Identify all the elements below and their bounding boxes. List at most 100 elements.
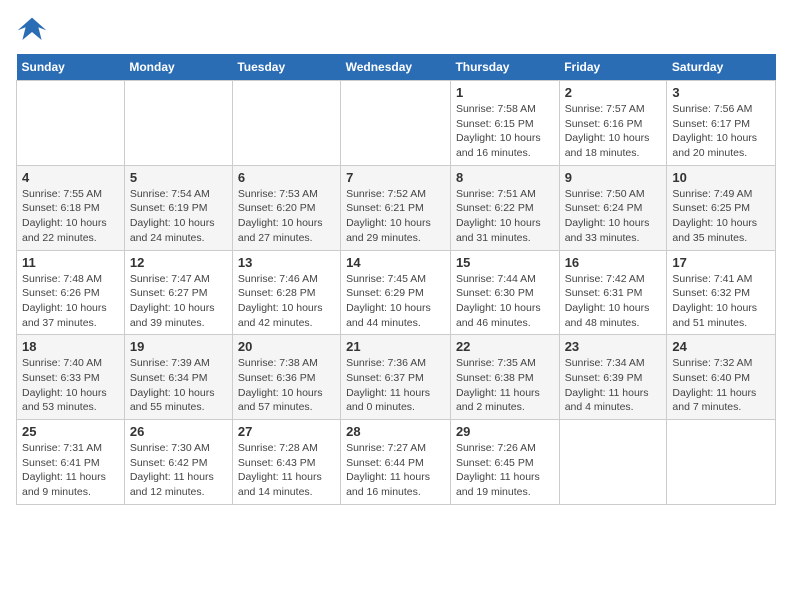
calendar-cell: 26 Sunrise: 7:30 AM Sunset: 6:42 PM Dayli… (124, 420, 232, 505)
day-number: 21 (346, 339, 445, 354)
day-number: 29 (456, 424, 554, 439)
calendar-cell (17, 81, 125, 166)
day-number: 22 (456, 339, 554, 354)
calendar-cell: 18 Sunrise: 7:40 AM Sunset: 6:33 PM Dayli… (17, 335, 125, 420)
day-info: Sunrise: 7:47 AM Sunset: 6:27 PM Dayligh… (130, 272, 227, 331)
column-header-thursday: Thursday (450, 54, 559, 81)
day-info: Sunrise: 7:28 AM Sunset: 6:43 PM Dayligh… (238, 441, 335, 500)
logo (16, 16, 52, 44)
day-number: 10 (672, 170, 770, 185)
day-number: 14 (346, 255, 445, 270)
calendar-cell: 6 Sunrise: 7:53 AM Sunset: 6:20 PM Daylig… (232, 165, 340, 250)
calendar-cell: 23 Sunrise: 7:34 AM Sunset: 6:39 PM Dayli… (559, 335, 667, 420)
day-info: Sunrise: 7:44 AM Sunset: 6:30 PM Dayligh… (456, 272, 554, 331)
day-info: Sunrise: 7:53 AM Sunset: 6:20 PM Dayligh… (238, 187, 335, 246)
calendar-cell: 9 Sunrise: 7:50 AM Sunset: 6:24 PM Daylig… (559, 165, 667, 250)
calendar-cell (559, 420, 667, 505)
calendar-cell: 2 Sunrise: 7:57 AM Sunset: 6:16 PM Daylig… (559, 81, 667, 166)
day-info: Sunrise: 7:34 AM Sunset: 6:39 PM Dayligh… (565, 356, 662, 415)
day-number: 18 (22, 339, 119, 354)
day-info: Sunrise: 7:58 AM Sunset: 6:15 PM Dayligh… (456, 102, 554, 161)
calendar-cell: 4 Sunrise: 7:55 AM Sunset: 6:18 PM Daylig… (17, 165, 125, 250)
day-number: 6 (238, 170, 335, 185)
calendar-cell: 3 Sunrise: 7:56 AM Sunset: 6:17 PM Daylig… (667, 81, 776, 166)
calendar-cell: 22 Sunrise: 7:35 AM Sunset: 6:38 PM Dayli… (450, 335, 559, 420)
calendar-table: SundayMondayTuesdayWednesdayThursdayFrid… (16, 54, 776, 505)
day-info: Sunrise: 7:39 AM Sunset: 6:34 PM Dayligh… (130, 356, 227, 415)
calendar-cell: 20 Sunrise: 7:38 AM Sunset: 6:36 PM Dayli… (232, 335, 340, 420)
day-info: Sunrise: 7:50 AM Sunset: 6:24 PM Dayligh… (565, 187, 662, 246)
day-info: Sunrise: 7:42 AM Sunset: 6:31 PM Dayligh… (565, 272, 662, 331)
calendar-cell: 25 Sunrise: 7:31 AM Sunset: 6:41 PM Dayli… (17, 420, 125, 505)
day-number: 25 (22, 424, 119, 439)
calendar-cell: 21 Sunrise: 7:36 AM Sunset: 6:37 PM Dayli… (341, 335, 451, 420)
day-number: 11 (22, 255, 119, 270)
day-info: Sunrise: 7:51 AM Sunset: 6:22 PM Dayligh… (456, 187, 554, 246)
calendar-cell: 1 Sunrise: 7:58 AM Sunset: 6:15 PM Daylig… (450, 81, 559, 166)
calendar-cell: 29 Sunrise: 7:26 AM Sunset: 6:45 PM Dayli… (450, 420, 559, 505)
day-info: Sunrise: 7:56 AM Sunset: 6:17 PM Dayligh… (672, 102, 770, 161)
day-number: 15 (456, 255, 554, 270)
day-number: 2 (565, 85, 662, 100)
column-header-friday: Friday (559, 54, 667, 81)
day-number: 28 (346, 424, 445, 439)
calendar-cell: 24 Sunrise: 7:32 AM Sunset: 6:40 PM Dayli… (667, 335, 776, 420)
day-info: Sunrise: 7:49 AM Sunset: 6:25 PM Dayligh… (672, 187, 770, 246)
day-number: 27 (238, 424, 335, 439)
day-number: 19 (130, 339, 227, 354)
day-number: 13 (238, 255, 335, 270)
day-number: 23 (565, 339, 662, 354)
day-number: 4 (22, 170, 119, 185)
column-header-saturday: Saturday (667, 54, 776, 81)
day-info: Sunrise: 7:38 AM Sunset: 6:36 PM Dayligh… (238, 356, 335, 415)
calendar-cell: 7 Sunrise: 7:52 AM Sunset: 6:21 PM Daylig… (341, 165, 451, 250)
calendar-cell: 8 Sunrise: 7:51 AM Sunset: 6:22 PM Daylig… (450, 165, 559, 250)
calendar-cell (124, 81, 232, 166)
day-number: 3 (672, 85, 770, 100)
day-number: 26 (130, 424, 227, 439)
day-info: Sunrise: 7:32 AM Sunset: 6:40 PM Dayligh… (672, 356, 770, 415)
day-info: Sunrise: 7:30 AM Sunset: 6:42 PM Dayligh… (130, 441, 227, 500)
day-info: Sunrise: 7:55 AM Sunset: 6:18 PM Dayligh… (22, 187, 119, 246)
day-number: 9 (565, 170, 662, 185)
calendar-cell: 13 Sunrise: 7:46 AM Sunset: 6:28 PM Dayli… (232, 250, 340, 335)
calendar-cell (667, 420, 776, 505)
calendar-cell: 19 Sunrise: 7:39 AM Sunset: 6:34 PM Dayli… (124, 335, 232, 420)
day-number: 5 (130, 170, 227, 185)
column-header-tuesday: Tuesday (232, 54, 340, 81)
day-number: 1 (456, 85, 554, 100)
day-number: 7 (346, 170, 445, 185)
calendar-cell: 12Sunrise: 7:47 AM Sunset: 6:27 PM Dayli… (124, 250, 232, 335)
day-info: Sunrise: 7:48 AM Sunset: 6:26 PM Dayligh… (22, 272, 119, 331)
calendar-cell: 11 Sunrise: 7:48 AM Sunset: 6:26 PM Dayli… (17, 250, 125, 335)
day-number: 24 (672, 339, 770, 354)
day-info: Sunrise: 7:40 AM Sunset: 6:33 PM Dayligh… (22, 356, 119, 415)
day-info: Sunrise: 7:45 AM Sunset: 6:29 PM Dayligh… (346, 272, 445, 331)
day-info: Sunrise: 7:57 AM Sunset: 6:16 PM Dayligh… (565, 102, 662, 161)
day-info: Sunrise: 7:35 AM Sunset: 6:38 PM Dayligh… (456, 356, 554, 415)
calendar-cell: 27 Sunrise: 7:28 AM Sunset: 6:43 PM Dayli… (232, 420, 340, 505)
day-info: Sunrise: 7:36 AM Sunset: 6:37 PM Dayligh… (346, 356, 445, 415)
day-info: Sunrise: 7:52 AM Sunset: 6:21 PM Dayligh… (346, 187, 445, 246)
day-info: Sunrise: 7:54 AM Sunset: 6:19 PM Dayligh… (130, 187, 227, 246)
day-info: Sunrise: 7:27 AM Sunset: 6:44 PM Dayligh… (346, 441, 445, 500)
column-header-monday: Monday (124, 54, 232, 81)
column-header-sunday: Sunday (17, 54, 125, 81)
day-number: 8 (456, 170, 554, 185)
calendar-cell (341, 81, 451, 166)
page-header (16, 16, 776, 44)
day-info: Sunrise: 7:31 AM Sunset: 6:41 PM Dayligh… (22, 441, 119, 500)
calendar-cell: 16 Sunrise: 7:42 AM Sunset: 6:31 PM Dayli… (559, 250, 667, 335)
calendar-cell: 28 Sunrise: 7:27 AM Sunset: 6:44 PM Dayli… (341, 420, 451, 505)
calendar-cell: 15 Sunrise: 7:44 AM Sunset: 6:30 PM Dayli… (450, 250, 559, 335)
day-info: Sunrise: 7:26 AM Sunset: 6:45 PM Dayligh… (456, 441, 554, 500)
calendar-cell: 5 Sunrise: 7:54 AM Sunset: 6:19 PM Daylig… (124, 165, 232, 250)
day-info: Sunrise: 7:46 AM Sunset: 6:28 PM Dayligh… (238, 272, 335, 331)
day-number: 20 (238, 339, 335, 354)
day-number: 16 (565, 255, 662, 270)
logo-icon (16, 16, 48, 44)
calendar-cell: 14 Sunrise: 7:45 AM Sunset: 6:29 PM Dayli… (341, 250, 451, 335)
calendar-cell: 17Sunrise: 7:41 AM Sunset: 6:32 PM Dayli… (667, 250, 776, 335)
calendar-cell (232, 81, 340, 166)
day-info: Sunrise: 7:41 AM Sunset: 6:32 PM Dayligh… (672, 272, 770, 331)
